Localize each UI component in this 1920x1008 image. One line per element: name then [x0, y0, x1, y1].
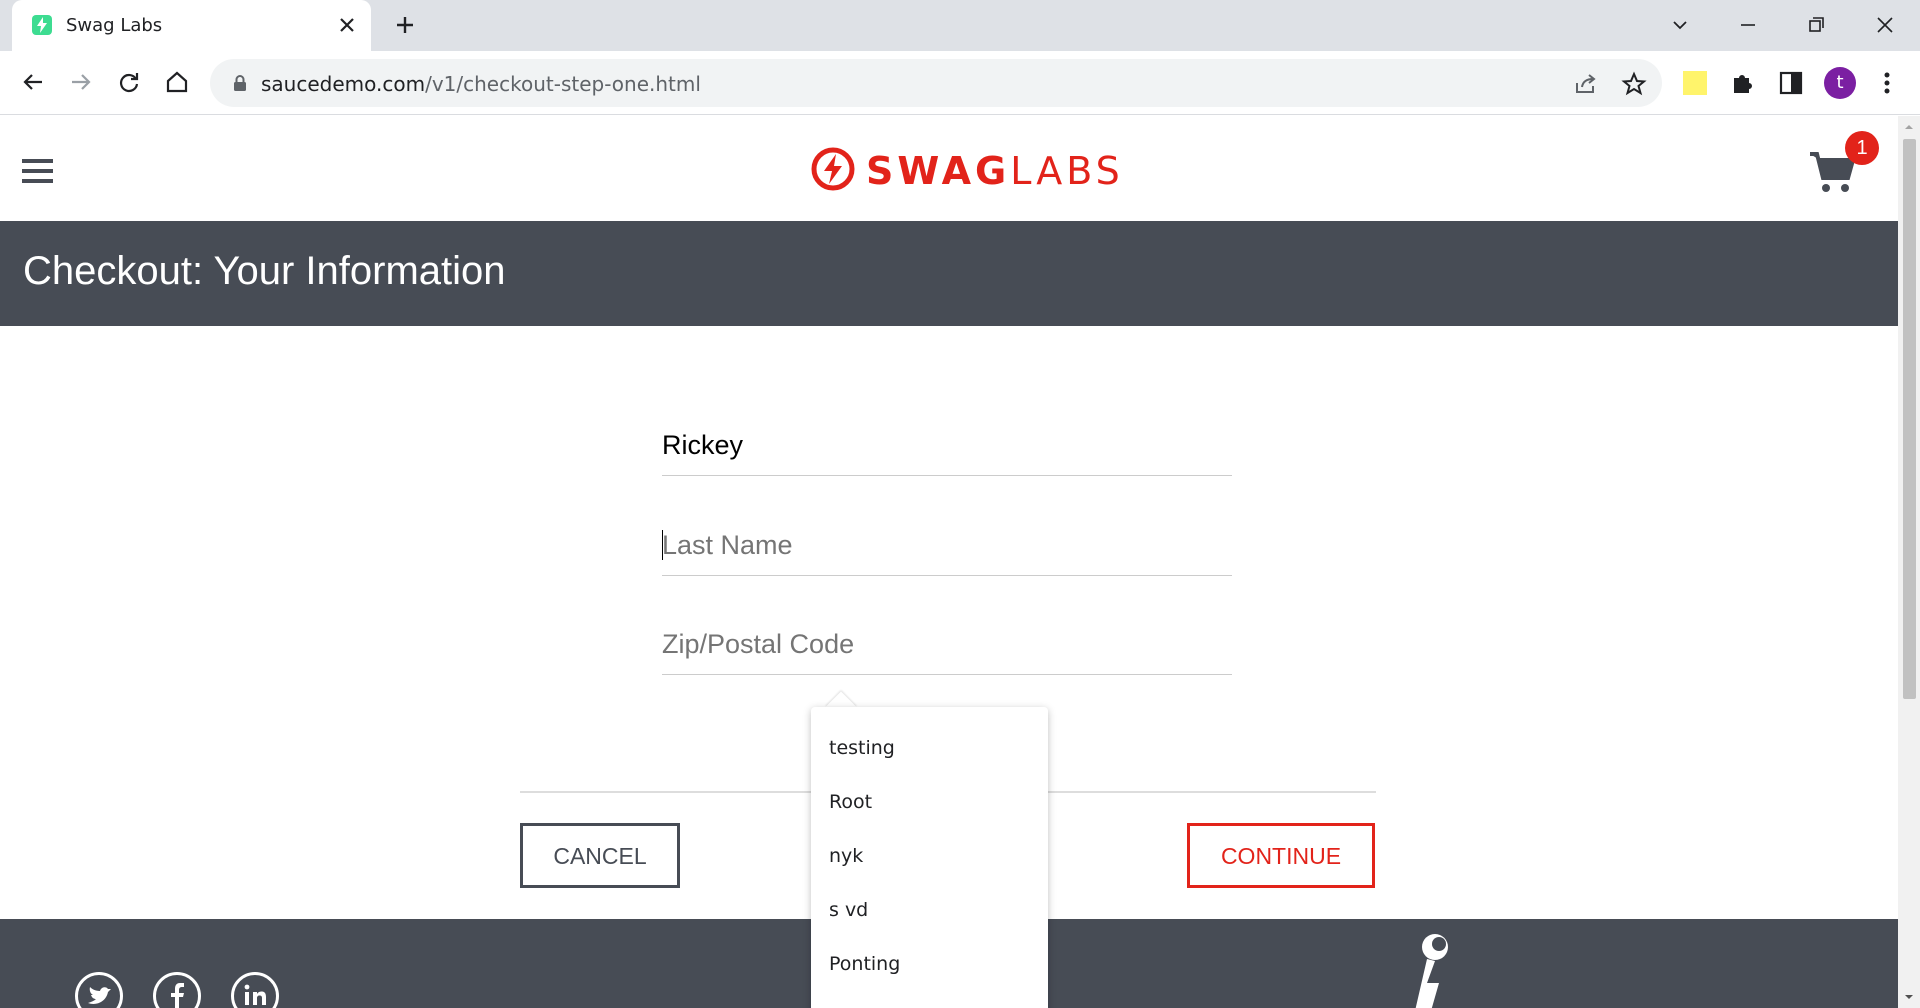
last-name-field[interactable]: [662, 516, 1232, 576]
browser-tab[interactable]: Swag Labs: [12, 0, 371, 51]
suggestion-item[interactable]: testing: [811, 721, 1048, 775]
logo-swag: SWAG: [866, 149, 1011, 193]
text-caret: [662, 530, 663, 560]
app-header: SWAGLABS 1: [0, 116, 1898, 221]
reload-icon[interactable]: [114, 67, 144, 97]
window-close-icon[interactable]: [1870, 10, 1900, 40]
address-bar[interactable]: saucedemo.com/v1/checkout-step-one.html: [210, 59, 1662, 107]
minimize-icon[interactable]: [1733, 10, 1763, 40]
scroll-up-icon[interactable]: [1904, 122, 1914, 132]
page-viewport: SWAGLABS 1 Checkout: Your Information CA…: [0, 116, 1898, 1008]
logo-labs: LABS: [1010, 149, 1124, 193]
hamburger-icon[interactable]: [22, 159, 54, 187]
first-name-input[interactable]: [662, 416, 1232, 474]
first-name-field[interactable]: [662, 416, 1232, 476]
browser-toolbar: saucedemo.com/v1/checkout-step-one.html …: [0, 51, 1920, 115]
profile-avatar[interactable]: t: [1824, 67, 1856, 99]
close-icon[interactable]: [335, 13, 359, 37]
restore-icon[interactable]: [1801, 10, 1831, 40]
suggestion-item[interactable]: scjvn: [811, 991, 1048, 1008]
twitter-icon[interactable]: [75, 972, 123, 1008]
url-path: /v1/checkout-step-one.html: [425, 72, 701, 96]
side-panel-icon[interactable]: [1777, 69, 1805, 97]
continue-button[interactable]: CONTINUE: [1187, 823, 1375, 888]
cart-badge[interactable]: 1: [1845, 131, 1879, 165]
star-icon[interactable]: [1621, 71, 1647, 97]
swag-labs-favicon: [32, 15, 52, 35]
swag-labs-logo-mark: [811, 147, 855, 191]
forward-icon[interactable]: [66, 67, 96, 97]
tab-title: Swag Labs: [66, 15, 163, 36]
zip-input[interactable]: [662, 615, 1232, 673]
url-text[interactable]: saucedemo.com/v1/checkout-step-one.html: [261, 72, 701, 96]
plus-icon[interactable]: [393, 13, 417, 37]
zip-field[interactable]: [662, 615, 1232, 675]
page-title: Checkout: Your Information: [23, 249, 506, 293]
linkedin-icon[interactable]: [231, 972, 279, 1008]
scrollbar-thumb[interactable]: [1903, 139, 1916, 699]
cancel-button[interactable]: CANCEL: [520, 823, 680, 888]
autocomplete-dropdown: testing Root nyk s vd Ponting scjvn: [811, 707, 1048, 1008]
url-host: saucedemo.com: [261, 72, 426, 96]
page-subheader: Checkout: Your Information: [0, 221, 1898, 326]
scroll-down-icon[interactable]: [1904, 992, 1914, 1002]
back-icon[interactable]: [18, 67, 48, 97]
suggestion-item[interactable]: Ponting: [811, 937, 1048, 991]
browser-tab-strip: Swag Labs: [0, 0, 1920, 51]
logo-text: SWAGLABS: [866, 149, 1124, 193]
chevron-down-icon[interactable]: [1665, 10, 1695, 40]
suggestion-item[interactable]: Root: [811, 775, 1048, 829]
kebab-menu-icon[interactable]: [1873, 69, 1901, 97]
share-icon[interactable]: [1573, 71, 1599, 97]
puzzle-icon[interactable]: [1729, 69, 1757, 97]
home-icon[interactable]: [162, 67, 192, 97]
lock-icon[interactable]: [230, 73, 250, 93]
sticky-extension-icon[interactable]: [1681, 69, 1709, 97]
page-scrollbar[interactable]: [1898, 116, 1920, 1008]
last-name-input[interactable]: [662, 516, 1232, 574]
suggestion-item[interactable]: nyk: [811, 829, 1048, 883]
suggestion-item[interactable]: s vd: [811, 883, 1048, 937]
facebook-icon[interactable]: [153, 972, 201, 1008]
robot-mascot-icon: [1415, 934, 1448, 1008]
